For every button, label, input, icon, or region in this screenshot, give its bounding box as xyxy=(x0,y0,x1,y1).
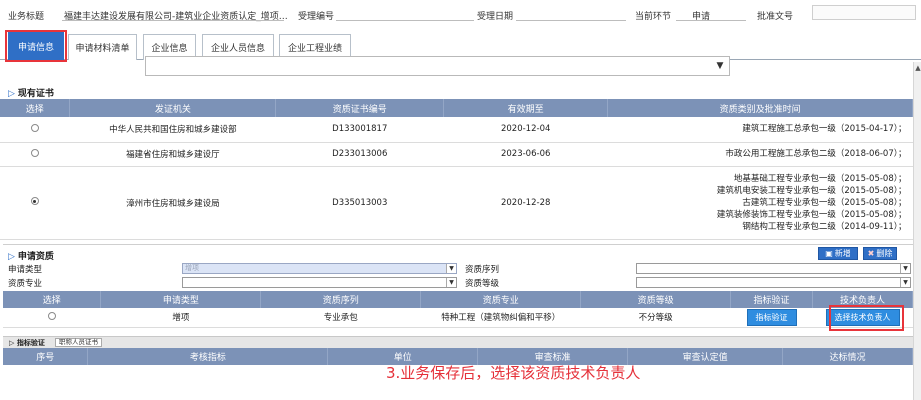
accept-no-label: 受理编号 xyxy=(298,12,335,22)
apply-type-label: 申请类型 xyxy=(8,265,43,275)
highlight-box-tech-lead xyxy=(829,305,904,331)
cert-no-cell: D133001817 xyxy=(275,117,444,143)
current-step-label: 当前环节 xyxy=(635,12,672,22)
business-info-bar: 业务标题 福建丰达建设发展有限公司-建筑业企业资质认定_增项… 受理编号 受理日… xyxy=(0,0,921,28)
qual-series-label: 资质序列 xyxy=(465,265,500,275)
approval-doc-label: 批准文号 xyxy=(757,12,794,22)
categories-cell: 地基基础工程专业承包一级（2015-05-08）； 建筑机电安装工程专业承包一级… xyxy=(607,166,913,240)
qual-level-select[interactable]: ▼ xyxy=(636,277,911,288)
col-index: 序号 xyxy=(3,348,89,365)
apply-qual-title: ▷ 申请资质 xyxy=(8,252,54,262)
authority-cell: 福建省住房和城乡建设厅 xyxy=(69,142,276,167)
col-approved-value: 审查认定值 xyxy=(627,348,784,365)
col-specialty: 资质专业 xyxy=(420,291,582,308)
categories-cell: 建筑工程施工总承包一级（2015-04-17）； xyxy=(607,117,913,143)
col-status: 达标情况 xyxy=(782,348,913,365)
col-series: 资质序列 xyxy=(260,291,422,308)
qual-specialty-select[interactable]: ▼ xyxy=(182,277,457,288)
material-select[interactable]: ▼ xyxy=(145,56,730,76)
approval-doc-field[interactable] xyxy=(812,5,916,20)
add-button[interactable]: ▣ 新增 xyxy=(818,247,858,260)
chevron-down-icon: ▼ xyxy=(446,264,456,273)
row-radio[interactable] xyxy=(47,311,56,320)
row-radio[interactable] xyxy=(30,123,39,132)
categories-cell: 市政公用工程施工总承包二级（2018-06-07）； xyxy=(607,142,913,167)
scroll-up-icon[interactable]: ▲ xyxy=(914,64,921,74)
accept-date-label: 受理日期 xyxy=(477,12,514,22)
col-authority: 发证机关 xyxy=(69,99,277,117)
col-categories: 资质类别及批准时间 xyxy=(607,99,913,117)
indicator-tab-strip: ▷ 指标验证 职称人员证书 xyxy=(3,336,913,348)
table-row[interactable]: 福建省住房和城乡建设厅 D233013006 2023-06-06 市政公用工程… xyxy=(0,142,913,167)
valid-until-cell: 2020-12-28 xyxy=(443,166,608,240)
vertical-scrollbar[interactable]: ▲ xyxy=(913,62,921,400)
highlight-box-tab xyxy=(5,30,67,62)
table-row[interactable]: 漳州市住房和城乡建设局 D335013003 2020-12-28 地基基础工程… xyxy=(0,166,913,240)
valid-until-cell: 2020-12-04 xyxy=(443,117,608,143)
chevron-down-icon: ▼ xyxy=(446,278,456,287)
cert-no-cell: D335013003 xyxy=(275,166,444,240)
tab-title-staff-cert[interactable]: 职称人员证书 xyxy=(55,338,102,347)
col-select: 选择 xyxy=(3,291,102,308)
apply-type-select[interactable]: 增项 ▼ xyxy=(182,263,457,274)
add-icon: ▣ xyxy=(825,249,833,258)
chevron-down-icon: ▼ xyxy=(900,264,910,273)
row-radio-selected[interactable] xyxy=(30,197,39,205)
authority-cell: 漳州市住房和城乡建设局 xyxy=(69,166,276,240)
valid-until-cell: 2023-06-06 xyxy=(443,142,608,167)
delete-button[interactable]: ✖ 删除 xyxy=(863,247,897,260)
qual-specialty-label: 资质专业 xyxy=(8,279,43,289)
triangle-icon: ▷ xyxy=(9,339,15,347)
table-row[interactable]: 增项 专业承包 特种工程（建筑物纠偏和平移） 不分等级 指标验证 选择技术负责人 xyxy=(3,308,913,328)
col-valid-until: 有效期至 xyxy=(443,99,609,117)
business-title-label: 业务标题 xyxy=(8,12,45,22)
chevron-down-icon: ▼ xyxy=(716,61,724,71)
qual-series-select[interactable]: ▼ xyxy=(636,263,911,274)
col-indicator: 考核指标 xyxy=(87,348,329,365)
col-apply-type: 申请类型 xyxy=(100,291,262,308)
annotation-text: 3.业务保存后，选择该资质技术负责人 xyxy=(386,364,641,382)
col-level: 资质等级 xyxy=(580,291,732,308)
chevron-down-icon: ▼ xyxy=(900,278,910,287)
apply-qual-table: 选择 申请类型 资质序列 资质专业 资质等级 指标验证 技术负责人 增项 专业承… xyxy=(3,291,913,328)
indicator-title: ▷ 指标验证 xyxy=(9,339,45,347)
table-row[interactable]: 中华人民共和国住房和城乡建设部 D133001817 2020-12-04 建筑… xyxy=(0,117,913,143)
col-select: 选择 xyxy=(0,99,71,117)
existing-cert-title: ▷ 现有证书 xyxy=(8,89,54,99)
cert-no-cell: D233013006 xyxy=(275,142,444,167)
apply-type-cell: 增项 xyxy=(100,308,261,328)
level-cell: 不分等级 xyxy=(580,308,731,328)
triangle-icon: ▷ xyxy=(8,89,15,99)
delete-icon: ✖ xyxy=(867,249,875,258)
existing-cert-table: 选择 发证机关 资质证书编号 有效期至 资质类别及批准时间 中华人民共和国住房和… xyxy=(0,99,913,240)
verify-button[interactable]: 指标验证 xyxy=(746,308,797,326)
series-cell: 专业承包 xyxy=(260,308,421,328)
tab-material-list[interactable]: 申请材料清单 xyxy=(68,34,137,60)
col-cert-no: 资质证书编号 xyxy=(275,99,445,117)
row-radio[interactable] xyxy=(30,148,39,157)
qual-level-label: 资质等级 xyxy=(465,279,500,289)
specialty-cell: 特种工程（建筑物纠偏和平移） xyxy=(420,308,581,328)
triangle-icon: ▷ xyxy=(8,252,15,262)
col-verify: 指标验证 xyxy=(730,291,814,308)
authority-cell: 中华人民共和国住房和城乡建设部 xyxy=(69,117,276,143)
